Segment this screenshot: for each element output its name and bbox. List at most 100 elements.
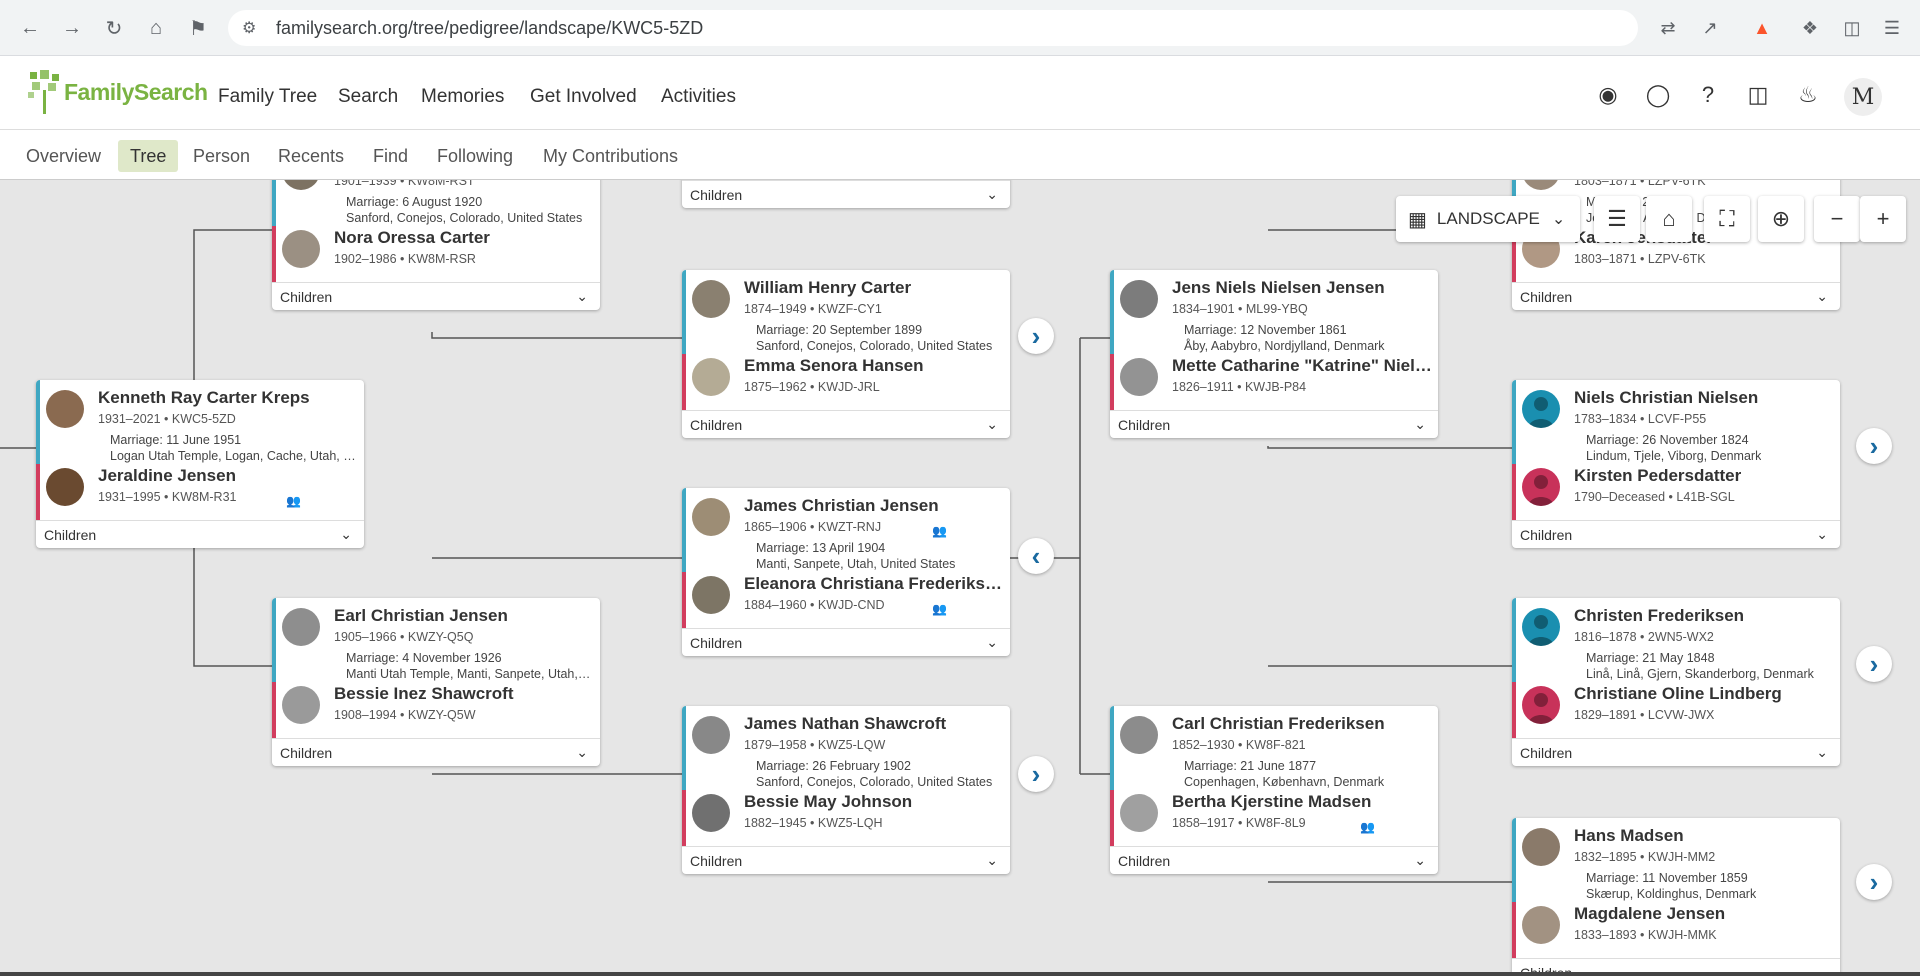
translate-icon[interactable]: ⇄ [1654, 14, 1682, 42]
husband-person[interactable]: William Henry Carter 1874–1949 • KWZF-CY1 [692, 278, 1002, 322]
husband-person[interactable]: Noble Ernest Clarence Kreps1901–1939 • K… [282, 180, 592, 194]
husband-portrait[interactable] [1522, 828, 1560, 866]
children-toggle[interactable]: Children ⌄ [272, 738, 600, 766]
husband-name[interactable]: William Henry Carter [744, 278, 911, 298]
brave-shield-icon[interactable]: ▲ [1748, 14, 1776, 42]
husband-portrait[interactable] [1522, 390, 1560, 428]
couple-card-c10[interactable]: Niels Christian Nielsen 1783–1834 • LCVF-… [1512, 380, 1840, 548]
wife-portrait[interactable] [282, 686, 320, 724]
husband-name[interactable]: Kenneth Ray Carter Kreps [98, 388, 310, 408]
husband-name[interactable]: Earl Christian Jensen [334, 606, 508, 626]
site-settings-icon[interactable]: ⚙ [242, 18, 256, 38]
wife-name[interactable]: Bertha Kjerstine Madsen [1172, 792, 1371, 812]
person-plus-icon[interactable]: 👥 [932, 524, 947, 538]
expand-ancestors-button[interactable]: › [1856, 646, 1892, 682]
husband-name[interactable]: Hans Madsen [1574, 826, 1684, 846]
expand-ancestors-button[interactable]: › [1856, 428, 1892, 464]
tab-recents[interactable]: Recents [266, 140, 356, 172]
tab-following[interactable]: Following [425, 140, 525, 172]
wife-portrait[interactable] [1120, 358, 1158, 396]
children-toggle[interactable]: Children ⌄ [1512, 738, 1840, 766]
husband-person[interactable]: Niels Kjeldsen Jensen1803–1871 • LZPV-6T… [1522, 180, 1832, 194]
wife-name[interactable]: Eleanora Christiana Frederiksen [744, 574, 1004, 594]
globe-icon[interactable]: ◯ [1643, 80, 1673, 110]
wife-portrait[interactable] [692, 358, 730, 396]
recenter-icon[interactable]: ⊕ [1758, 196, 1804, 242]
husband-person[interactable]: Hans Madsen 1832–1895 • KWJH-MM2 [1522, 826, 1832, 870]
husband-person[interactable]: Kenneth Ray Carter Kreps 1931–2021 • KWC5… [46, 388, 356, 432]
tab-overview[interactable]: Overview [14, 140, 113, 172]
couple-card-c1[interactable]: Noble Ernest Clarence Kreps1901–1939 • K… [272, 180, 600, 310]
husband-person[interactable]: James Christian Jensen 1865–1906 • KWZT-R… [692, 496, 1002, 540]
forward-icon[interactable]: → [58, 14, 86, 42]
wife-name[interactable]: Magdalene Jensen [1574, 904, 1725, 924]
wife-person[interactable]: Christiane Oline Lindberg 1829–1891 • LCV… [1522, 684, 1832, 728]
children-toggle[interactable]: Children ⌄ [682, 628, 1010, 656]
couple-card-c3[interactable]: Kenneth Ray Carter Kreps 1931–2021 • KWC5… [36, 380, 364, 548]
husband-portrait[interactable] [692, 716, 730, 754]
husband-person[interactable]: Jens Niels Nielsen Jensen 1834–1901 • ML9… [1120, 278, 1430, 322]
husband-portrait[interactable] [46, 390, 84, 428]
wife-portrait[interactable] [1522, 686, 1560, 724]
wife-person[interactable]: Jeraldine Jensen 1931–1995 • KW8M-R31 👥 [46, 466, 356, 510]
children-toggle[interactable]: Children ⌄ [1110, 410, 1438, 438]
address-bar[interactable]: ⚙ familysearch.org/tree/pedigree/landsca… [228, 10, 1638, 46]
wife-name[interactable]: Bessie Inez Shawcroft [334, 684, 514, 704]
person-plus-icon[interactable]: 👥 [1360, 820, 1375, 834]
fullscreen-icon[interactable]: ⛶ [1704, 196, 1750, 242]
nav-search[interactable]: Search [338, 86, 398, 108]
person-plus-icon[interactable]: 👥 [286, 494, 301, 508]
messages-icon[interactable]: ◫ [1743, 80, 1773, 110]
home-icon[interactable]: ⌂ [142, 14, 170, 42]
wife-name[interactable]: Emma Senora Hansen [744, 356, 924, 376]
couple-card-c7[interactable]: Jens Niels Nielsen Jensen 1834–1901 • ML9… [1110, 270, 1438, 438]
wife-person[interactable]: Nora Oressa Carter 1902–1986 • KW8M-RSR [282, 228, 592, 272]
husband-name[interactable]: Jens Niels Nielsen Jensen [1172, 278, 1385, 298]
zoom-out-icon[interactable]: − [1814, 196, 1860, 242]
husband-name[interactable]: Christen Frederiksen [1574, 606, 1744, 626]
husband-person[interactable]: Niels Christian Nielsen 1783–1834 • LCVF-… [1522, 388, 1832, 432]
wife-portrait[interactable] [46, 468, 84, 506]
wife-person[interactable]: Eleanora Christiana Frederiksen 1884–1960… [692, 574, 1004, 618]
help-icon[interactable]: ? [1693, 80, 1723, 110]
husband-portrait[interactable] [1120, 280, 1158, 318]
partial-couple-card[interactable]: Children ⌄ [682, 180, 1010, 208]
nav-get-involved[interactable]: Get Involved [530, 86, 637, 108]
husband-portrait[interactable] [1522, 608, 1560, 646]
wife-person[interactable]: Mette Catharine "Katrine" Nielsdatter 182… [1120, 356, 1432, 400]
husband-name[interactable]: James Christian Jensen [744, 496, 939, 516]
nav-family-tree[interactable]: Family Tree [218, 86, 317, 108]
wife-name[interactable]: Christiane Oline Lindberg [1574, 684, 1782, 704]
nav-activities[interactable]: Activities [661, 86, 736, 108]
expand-ancestors-button[interactable]: › [1018, 756, 1054, 792]
wife-name[interactable]: Kirsten Pedersdatter [1574, 466, 1741, 486]
wife-portrait[interactable] [692, 576, 730, 614]
familysearch-logo[interactable]: FamilySearch [28, 70, 208, 114]
children-toggle[interactable]: Children ⌄ [682, 846, 1010, 874]
expand-ancestors-button[interactable]: › [1856, 864, 1892, 900]
tab-find[interactable]: Find [361, 140, 420, 172]
couple-card-c5[interactable]: Earl Christian Jensen 1905–1966 • KWZY-Q5… [272, 598, 600, 766]
husband-person[interactable]: James Nathan Shawcroft 1879–1958 • KWZ5-L… [692, 714, 1002, 758]
husband-name[interactable]: Niels Christian Nielsen [1574, 388, 1758, 408]
person-plus-icon[interactable]: 👥 [932, 602, 947, 616]
couple-card-c4[interactable]: James Christian Jensen 1865–1906 • KWZT-R… [682, 488, 1010, 656]
wife-person[interactable]: Emma Senora Hansen 1875–1962 • KWJD-JRL [692, 356, 1002, 400]
wife-portrait[interactable] [1120, 794, 1158, 832]
children-toggle[interactable]: Children ⌄ [682, 180, 1010, 208]
pedigree-canvas[interactable]: Noble Ernest Clarence Kreps1901–1939 • K… [0, 180, 1920, 976]
sidebar-icon[interactable]: ◫ [1838, 14, 1866, 42]
husband-portrait[interactable] [282, 608, 320, 646]
couple-card-c12[interactable]: Hans Madsen 1832–1895 • KWJH-MM2 Magdalene… [1512, 818, 1840, 976]
wife-person[interactable]: Bessie May Johnson 1882–1945 • KWZ5-LQH [692, 792, 1002, 836]
husband-person[interactable]: Earl Christian Jensen 1905–1966 • KWZY-Q5… [282, 606, 592, 650]
wife-name[interactable]: Bessie May Johnson [744, 792, 912, 812]
husband-person[interactable]: Carl Christian Frederiksen 1852–1930 • KW… [1120, 714, 1430, 758]
husband-portrait[interactable] [692, 280, 730, 318]
husband-name[interactable]: James Nathan Shawcroft [744, 714, 946, 734]
share-icon[interactable]: ↗ [1696, 14, 1724, 42]
couple-card-c6[interactable]: James Nathan Shawcroft 1879–1958 • KWZ5-L… [682, 706, 1010, 874]
tab-person[interactable]: Person [181, 140, 262, 172]
wife-name[interactable]: Nora Oressa Carter [334, 228, 490, 248]
view-mode-dropdown[interactable]: ▦ LANDSCAPE ⌄ [1396, 196, 1580, 242]
